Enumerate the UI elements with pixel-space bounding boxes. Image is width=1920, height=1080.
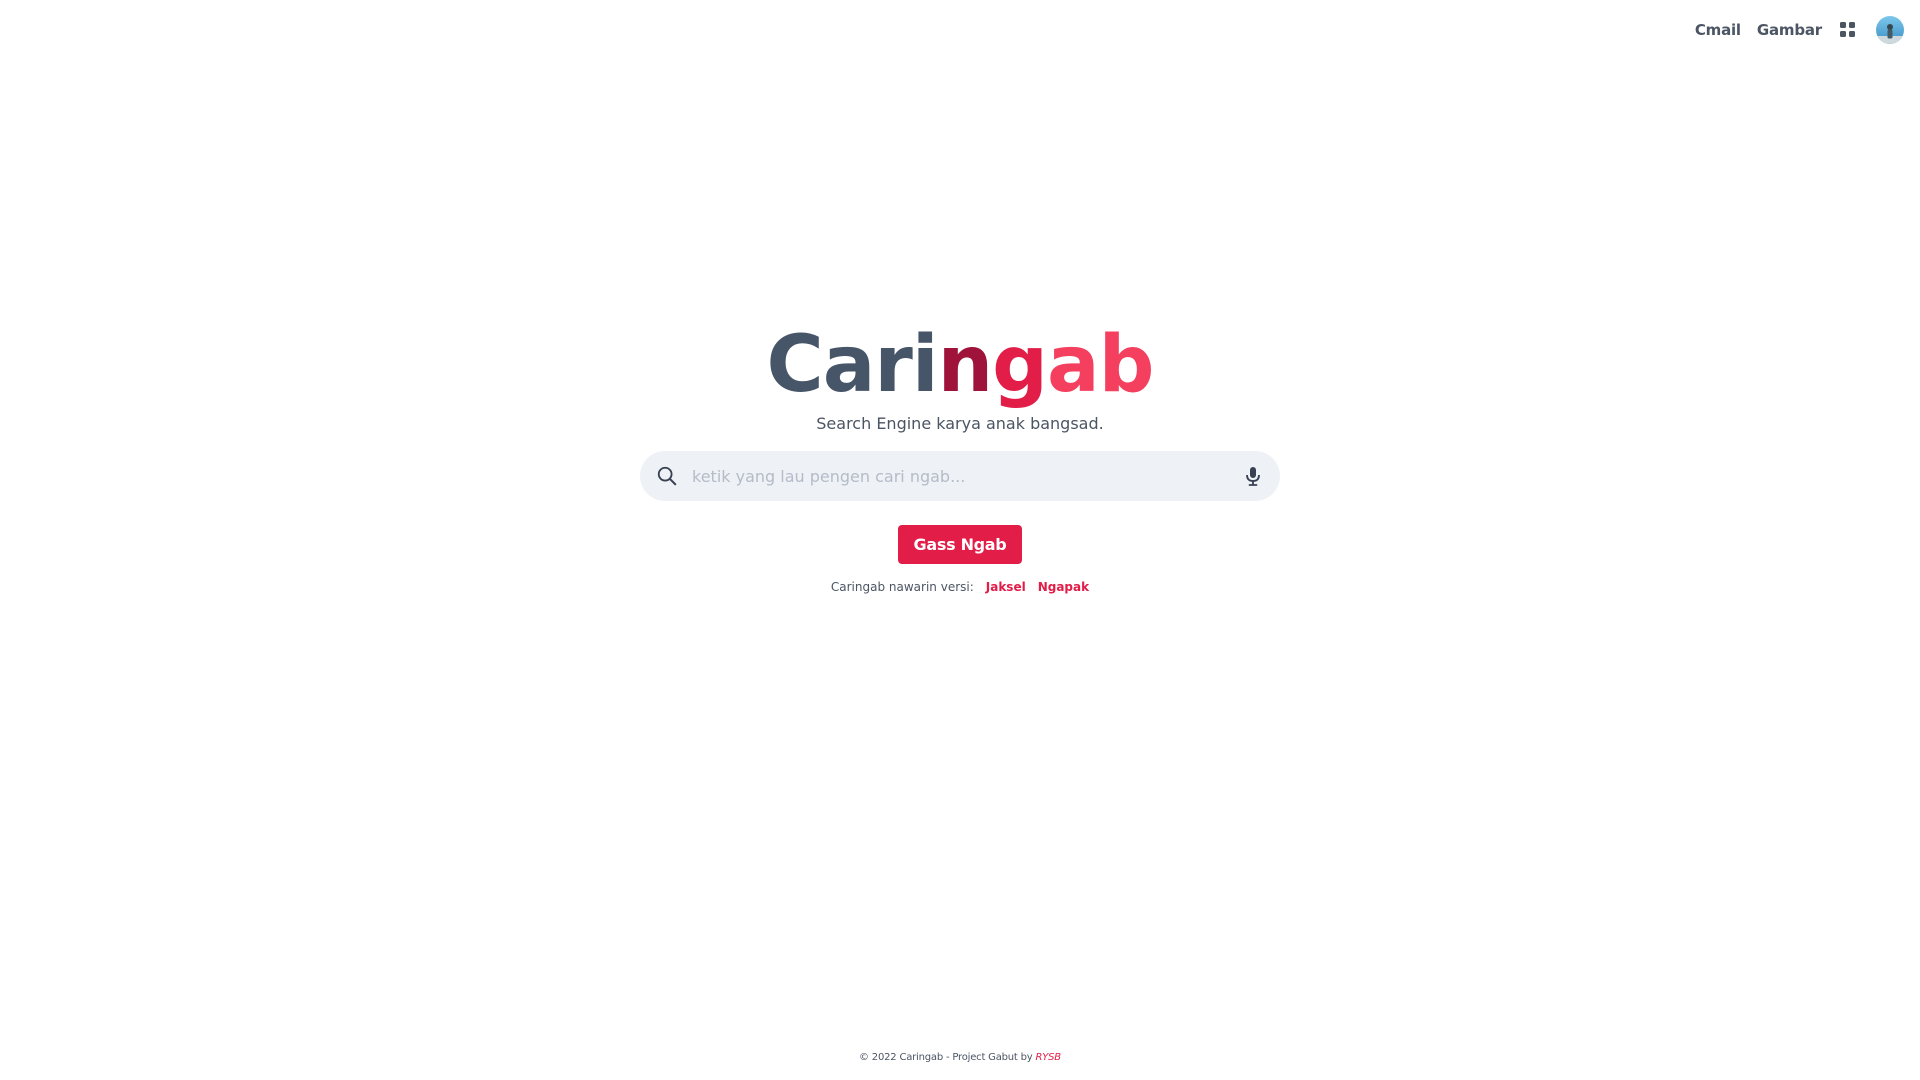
tagline: Search Engine karya anak bangsad. [816,414,1104,433]
hero: Cari n g ab Search Engine karya anak bangsa… [0,320,1920,594]
version-link-jaksel[interactable]: Jaksel [986,580,1026,594]
microphone-icon[interactable] [1244,466,1262,486]
version-label: Caringab nawarin versi: [830,580,974,594]
logo-part-ab: ab [1047,320,1154,410]
search-input[interactable] [690,455,1244,497]
avatar[interactable] [1876,16,1904,44]
grid-apps-icon[interactable] [1840,22,1856,38]
footer: © 2022 Caringab - Project Gabut by RYSB [0,1052,1920,1063]
user-avatar-icon [1876,16,1904,44]
logo: Cari n g ab [766,320,1155,410]
footer-author-link[interactable]: RYSB [1035,1052,1061,1063]
nav-link-cmail[interactable]: Cmail [1695,21,1741,39]
logo-part-cari: Cari [766,320,939,410]
logo-part-n: n [937,320,994,410]
nav-link-gambar[interactable]: Gambar [1757,21,1822,39]
search-icon [657,466,677,486]
search-box [640,451,1280,501]
page: Cmail Gambar Cari n g ab Search Engine k… [0,0,1920,1080]
search-button[interactable]: Gass Ngab [897,525,1023,564]
logo-part-g: g [992,320,1048,410]
footer-text: © 2022 Caringab - Project Gabut by [859,1052,1033,1063]
version-options: Caringab nawarin versi: Jaksel Ngapak [831,580,1089,594]
top-nav: Cmail Gambar [1695,16,1904,44]
version-link-ngapak[interactable]: Ngapak [1038,580,1089,594]
